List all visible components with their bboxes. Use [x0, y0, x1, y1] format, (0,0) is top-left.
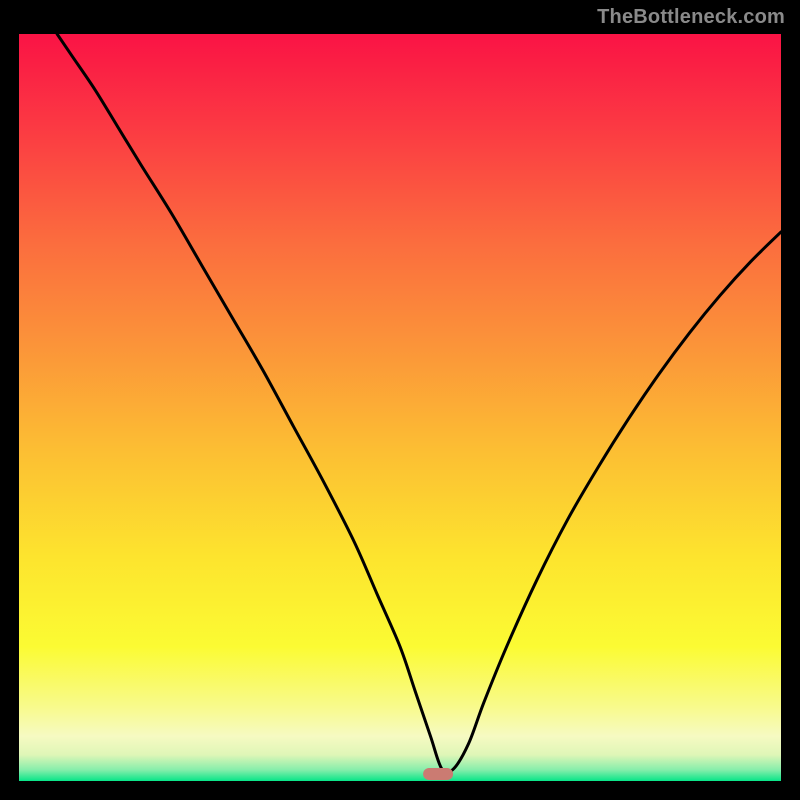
plot-area: TheBottleneck.com — [19, 34, 781, 781]
optimal-marker — [423, 768, 453, 780]
gradient-background — [19, 34, 781, 781]
bottleneck-chart — [19, 34, 781, 781]
chart-frame: TheBottleneck.com — [0, 0, 800, 800]
watermark-text: TheBottleneck.com — [597, 6, 785, 29]
